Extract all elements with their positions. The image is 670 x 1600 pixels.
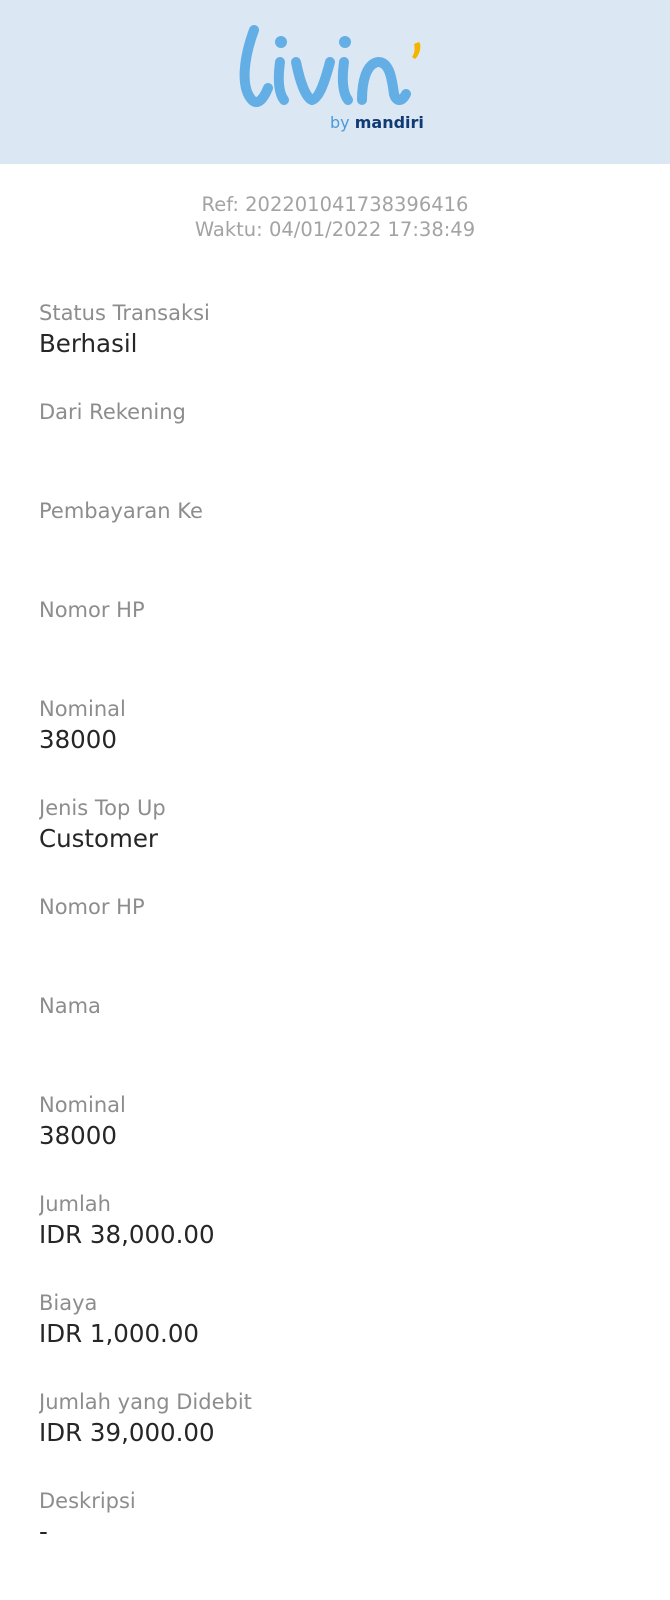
detail-label: Deskripsi bbox=[39, 1489, 136, 1513]
logo-byline: by mandiri bbox=[330, 115, 424, 131]
detail-field: Nominal 38000 bbox=[39, 1091, 639, 1190]
detail-label: Nama bbox=[39, 994, 101, 1018]
detail-label: Nominal bbox=[39, 1093, 126, 1117]
detail-value bbox=[39, 624, 639, 658]
transaction-meta: Ref: 202201041738396416 Waktu: 04/01/202… bbox=[0, 192, 670, 242]
detail-label: Nomor HP bbox=[39, 598, 145, 622]
detail-value: - bbox=[39, 1517, 48, 1546]
detail-field: Jumlah IDR 38,000.00 bbox=[39, 1190, 639, 1289]
detail-field: Status Transaksi Berhasil bbox=[39, 299, 639, 398]
detail-value: 38000 bbox=[39, 1121, 117, 1150]
detail-label: Biaya bbox=[39, 1291, 98, 1315]
detail-label: Pembayaran Ke bbox=[39, 499, 203, 523]
detail-field: Deskripsi - bbox=[39, 1487, 639, 1586]
detail-value: 38000 bbox=[39, 725, 117, 754]
detail-value bbox=[39, 426, 639, 460]
detail-label: Status Transaksi bbox=[39, 301, 210, 325]
detail-value bbox=[39, 921, 639, 955]
detail-field: Jumlah yang Didebit IDR 39,000.00 bbox=[39, 1388, 639, 1487]
detail-label: Nomor HP bbox=[39, 895, 145, 919]
detail-field: Nomor HP bbox=[39, 893, 639, 992]
detail-value: IDR 1,000.00 bbox=[39, 1319, 200, 1348]
detail-value: IDR 39,000.00 bbox=[39, 1418, 215, 1447]
logo-by-text: by bbox=[330, 113, 350, 132]
detail-field: Jenis Top Up Customer bbox=[39, 794, 639, 893]
reference-number: Ref: 202201041738396416 bbox=[201, 193, 469, 216]
detail-label: Jenis Top Up bbox=[39, 796, 166, 820]
transaction-details: Status Transaksi Berhasil Dari Rekening Pem… bbox=[39, 299, 639, 1586]
detail-value: Customer bbox=[39, 824, 159, 853]
detail-field: Biaya IDR 1,000.00 bbox=[39, 1289, 639, 1388]
livin-logo: by mandiri bbox=[238, 22, 438, 142]
transaction-time: Waktu: 04/01/2022 17:38:49 bbox=[194, 218, 476, 241]
detail-value bbox=[39, 525, 639, 559]
detail-field: Nama bbox=[39, 992, 639, 1091]
detail-label: Nominal bbox=[39, 697, 126, 721]
detail-label: Dari Rekening bbox=[39, 400, 186, 424]
detail-label: Jumlah bbox=[39, 1192, 111, 1216]
livin-wordmark-graphic bbox=[239, 25, 421, 107]
detail-field: Nomor HP bbox=[39, 596, 639, 695]
detail-field: Dari Rekening bbox=[39, 398, 639, 497]
detail-value bbox=[39, 1020, 639, 1054]
detail-label: Jumlah yang Didebit bbox=[39, 1390, 252, 1414]
logo-brand-text: mandiri bbox=[354, 113, 424, 132]
detail-value: IDR 38,000.00 bbox=[39, 1220, 215, 1249]
detail-field: Nominal 38000 bbox=[39, 695, 639, 794]
detail-value: Berhasil bbox=[39, 329, 138, 358]
app-header: by mandiri bbox=[0, 0, 670, 164]
detail-field: Pembayaran Ke bbox=[39, 497, 639, 596]
